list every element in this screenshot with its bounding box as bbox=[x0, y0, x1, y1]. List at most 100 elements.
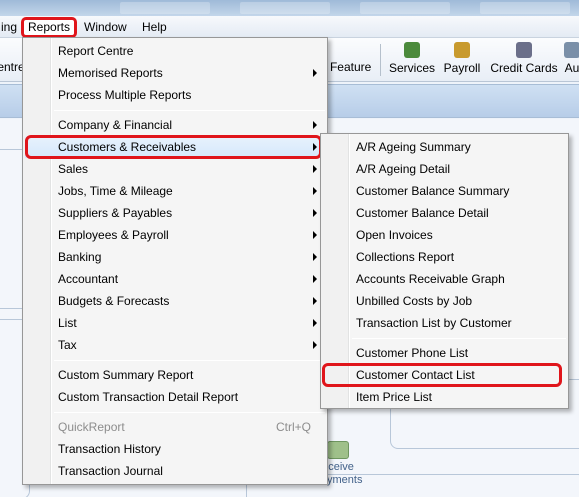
highlight-customer-contact-list bbox=[322, 363, 562, 387]
menu-item-sales[interactable]: Sales bbox=[25, 158, 325, 180]
menu-partial-left[interactable]: ing bbox=[0, 19, 21, 36]
menu-item-custom-summary-report[interactable]: Custom Summary Report bbox=[25, 364, 325, 386]
menu-item-label: Tax bbox=[58, 338, 77, 352]
menu-item-budgets-forecasts[interactable]: Budgets & Forecasts bbox=[25, 290, 325, 312]
submenu-item-open-invoices[interactable]: Open Invoices bbox=[323, 224, 566, 246]
menu-item-label: Transaction Journal bbox=[58, 464, 163, 478]
menu-item-label: Accountant bbox=[58, 272, 119, 286]
menu-item-label: Custom Transaction Detail Report bbox=[58, 390, 239, 404]
toolbar-partial-right-label: Au bbox=[564, 61, 579, 75]
menu-item-list[interactable]: List bbox=[25, 312, 325, 334]
menu-item-label: Budgets & Forecasts bbox=[58, 294, 170, 308]
submenu-item-customer-balance-summary[interactable]: Customer Balance Summary bbox=[323, 180, 566, 202]
submenu-arrow-icon bbox=[313, 209, 317, 217]
submenu-item-customer-phone-list[interactable]: Customer Phone List bbox=[323, 342, 566, 364]
receive-payments-icon bbox=[327, 441, 349, 459]
menu-item-transaction-history[interactable]: Transaction History bbox=[25, 438, 325, 460]
background-tab bbox=[360, 2, 450, 14]
menu-item-label: Open Invoices bbox=[356, 228, 433, 242]
payroll-icon bbox=[454, 42, 470, 58]
credit-cards-icon bbox=[516, 42, 532, 58]
submenu-item-unbilled-costs-by-job[interactable]: Unbilled Costs by Job bbox=[323, 290, 566, 312]
background-tab bbox=[480, 2, 570, 14]
submenu-item-item-price-list[interactable]: Item Price List bbox=[323, 386, 566, 408]
background-tab bbox=[240, 2, 330, 14]
menu-item-transaction-journal[interactable]: Transaction Journal bbox=[25, 460, 325, 482]
menu-reports[interactable]: Reports bbox=[21, 17, 78, 38]
submenu-arrow-icon bbox=[313, 187, 317, 195]
submenu-arrow-icon bbox=[313, 341, 317, 349]
toolbar-credit-cards-button[interactable]: Credit Cards bbox=[488, 40, 560, 80]
toolbar-credit-cards-label: Credit Cards bbox=[490, 61, 558, 75]
submenu-item-customer-balance-detail[interactable]: Customer Balance Detail bbox=[323, 202, 566, 224]
partial-right-icon bbox=[564, 42, 579, 58]
menu-item-label: Employees & Payroll bbox=[58, 228, 169, 242]
submenu-item-transaction-list-by-customer[interactable]: Transaction List by Customer bbox=[323, 312, 566, 334]
menu-item-label: Suppliers & Payables bbox=[58, 206, 173, 220]
toolbar-services-button[interactable]: Services bbox=[386, 40, 438, 80]
menu-item-label: A/R Ageing Summary bbox=[356, 140, 471, 154]
toolbar-partial-right-button[interactable]: Au bbox=[562, 40, 579, 80]
menu-item-accountant[interactable]: Accountant bbox=[25, 268, 325, 290]
menu-item-label: List bbox=[58, 316, 77, 330]
toolbar-separator bbox=[380, 44, 381, 76]
submenu-item-accounts-receivable-graph[interactable]: Accounts Receivable Graph bbox=[323, 268, 566, 290]
menu-item-label: Memorised Reports bbox=[58, 66, 163, 80]
submenu-arrow-icon bbox=[313, 297, 317, 305]
submenu-arrow-icon bbox=[313, 121, 317, 129]
toolbar-payroll-label: Payroll bbox=[443, 61, 481, 75]
menu-item-label: Banking bbox=[58, 250, 102, 264]
menu-item-custom-transaction-detail-report[interactable]: Custom Transaction Detail Report bbox=[25, 386, 325, 408]
submenu-arrow-icon bbox=[313, 165, 317, 173]
menu-item-jobs-time-mileage[interactable]: Jobs, Time & Mileage bbox=[25, 180, 325, 202]
menu-separator bbox=[352, 338, 566, 339]
menu-item-label: Customer Balance Summary bbox=[356, 184, 510, 198]
menu-item-label: A/R Ageing Detail bbox=[356, 162, 451, 176]
menu-item-label: Company & Financial bbox=[58, 118, 173, 132]
menu-item-label: Jobs, Time & Mileage bbox=[58, 184, 173, 198]
submenu-arrow-icon bbox=[313, 319, 317, 327]
menu-item-process-multiple-reports[interactable]: Process Multiple Reports bbox=[25, 84, 325, 106]
highlight-customers-receivables bbox=[25, 135, 322, 159]
menu-item-banking[interactable]: Banking bbox=[25, 246, 325, 268]
menu-item-label: Transaction History bbox=[58, 442, 161, 456]
menu-item-label: Custom Summary Report bbox=[58, 368, 194, 382]
submenu-item-collections-report[interactable]: Collections Report bbox=[323, 246, 566, 268]
menu-help[interactable]: Help bbox=[138, 19, 171, 36]
services-icon bbox=[404, 42, 420, 58]
submenu-arrow-icon bbox=[313, 231, 317, 239]
menu-bar: ing Reports Window Help bbox=[0, 16, 579, 38]
menu-item-label: Collections Report bbox=[356, 250, 455, 264]
submenu-arrow-icon bbox=[313, 253, 317, 261]
menu-item-tax[interactable]: Tax bbox=[25, 334, 325, 356]
submenu-arrow-icon bbox=[313, 69, 317, 77]
menu-item-label: Transaction List by Customer bbox=[356, 316, 512, 330]
background-tab bbox=[120, 2, 210, 14]
menu-item-label: Sales bbox=[58, 162, 89, 176]
menu-item-label: Accounts Receivable Graph bbox=[356, 272, 505, 286]
menu-item-label: Report Centre bbox=[58, 44, 134, 58]
menu-separator bbox=[54, 110, 325, 111]
menu-item-report-centre[interactable]: Report Centre bbox=[25, 40, 325, 62]
menu-item-label: Unbilled Costs by Job bbox=[356, 294, 473, 308]
reports-menu: Report Centre Memorised Reports Process … bbox=[22, 37, 328, 485]
submenu-arrow-icon bbox=[313, 275, 317, 283]
menu-item-label: Process Multiple Reports bbox=[58, 88, 192, 102]
menu-window[interactable]: Window bbox=[80, 19, 131, 36]
menu-item-memorised-reports[interactable]: Memorised Reports bbox=[25, 62, 325, 84]
menu-item-employees-payroll[interactable]: Employees & Payroll bbox=[25, 224, 325, 246]
menu-item-quickreport: QuickReport Ctrl+Q bbox=[25, 416, 325, 438]
menu-item-label: QuickReport bbox=[58, 420, 125, 434]
submenu-item-ar-ageing-summary[interactable]: A/R Ageing Summary bbox=[323, 136, 566, 158]
title-bar bbox=[0, 0, 579, 16]
menu-separator bbox=[54, 360, 325, 361]
toolbar-services-label: Services bbox=[388, 61, 435, 75]
submenu-item-ar-ageing-detail[interactable]: A/R Ageing Detail bbox=[323, 158, 566, 180]
menu-item-label: Item Price List bbox=[356, 390, 433, 404]
toolbar-payroll-button[interactable]: Payroll bbox=[440, 40, 484, 80]
shortcut-label: Ctrl+Q bbox=[275, 420, 311, 434]
menu-item-company-financial[interactable]: Company & Financial bbox=[25, 114, 325, 136]
menu-item-label: Customer Balance Detail bbox=[356, 206, 489, 220]
menu-separator bbox=[54, 412, 325, 413]
menu-item-suppliers-payables[interactable]: Suppliers & Payables bbox=[25, 202, 325, 224]
